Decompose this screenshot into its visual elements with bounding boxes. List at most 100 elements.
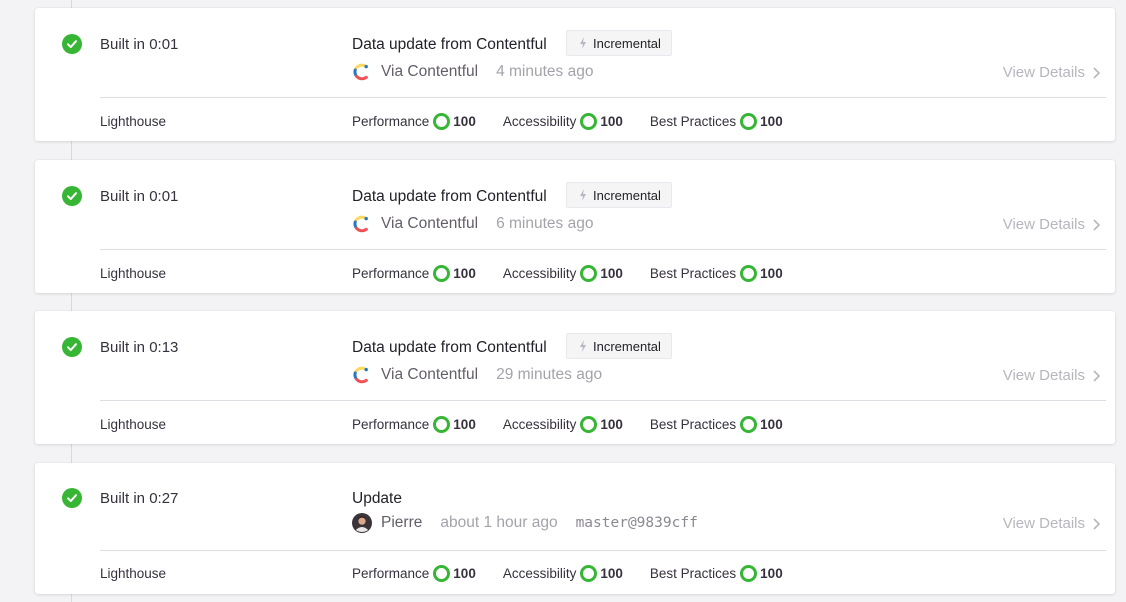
build-source: Via Contentful 4 minutes ago — [352, 62, 593, 82]
score-value: 100 — [600, 417, 623, 432]
score-accessibility: Accessibility 100 — [503, 416, 623, 433]
time-ago: 6 minutes ago — [496, 215, 594, 232]
score-label: Accessibility — [502, 566, 577, 581]
score-value: 100 — [760, 417, 783, 432]
score-label: Performance — [352, 114, 430, 129]
lighthouse-scores: Performance 100 Accessibility 100 Best P… — [352, 265, 810, 282]
check-circle-icon — [62, 34, 82, 54]
lightning-bolt-icon — [580, 37, 586, 49]
score-ring-icon — [433, 416, 451, 433]
lighthouse-label: Lighthouse — [100, 114, 167, 129]
score-best-practices: Best Practices 100 — [650, 265, 783, 282]
view-details-link[interactable]: View Details — [1003, 515, 1100, 532]
badge-label: Incremental — [593, 35, 661, 51]
score-accessibility: Accessibility 100 — [503, 113, 623, 130]
build-title: Data update from Contentful — [352, 36, 547, 53]
author-name: Pierre — [381, 514, 423, 531]
view-details-label: View Details — [1002, 216, 1085, 233]
score-best-practices: Best Practices 100 — [650, 416, 783, 433]
score-value: 100 — [453, 114, 476, 129]
score-value: 100 — [600, 566, 623, 581]
view-details-link[interactable]: View Details — [1003, 216, 1100, 233]
lighthouse-label: Lighthouse — [100, 266, 167, 281]
lighthouse-scores: Performance 100 Accessibility 100 Best P… — [352, 565, 810, 582]
lightning-bolt-icon — [580, 340, 586, 352]
score-label: Performance — [352, 266, 430, 281]
score-label: Performance — [352, 417, 430, 432]
score-label: Accessibility — [502, 266, 577, 281]
chevron-right-icon — [1093, 66, 1100, 79]
score-value: 100 — [760, 114, 783, 129]
score-value: 100 — [760, 566, 783, 581]
score-label: Performance — [352, 566, 430, 581]
view-details-link[interactable]: View Details — [1003, 64, 1100, 81]
build-duration: Built in 0:13 — [100, 339, 179, 356]
lighthouse-scores: Performance 100 Accessibility 100 Best P… — [352, 113, 810, 130]
divider — [100, 550, 1106, 551]
lighthouse-label: Lighthouse — [100, 566, 167, 581]
build-source: Pierre about 1 hour ago master@9839cff — [352, 513, 698, 533]
build-card[interactable]: Built in 0:13 Data update from Contentfu… — [35, 311, 1115, 444]
score-best-practices: Best Practices 100 — [650, 565, 783, 582]
contentful-logo-icon — [352, 365, 372, 385]
score-ring-icon — [580, 416, 598, 433]
build-duration: Built in 0:01 — [100, 188, 179, 205]
view-details-label: View Details — [1002, 367, 1085, 384]
source-name: Via Contentful — [381, 215, 479, 232]
score-label: Best Practices — [649, 266, 737, 281]
score-label: Best Practices — [649, 417, 737, 432]
time-ago: about 1 hour ago — [440, 514, 558, 531]
score-ring-icon — [740, 113, 758, 130]
score-ring-icon — [740, 565, 758, 582]
badge-label: Incremental — [593, 187, 661, 203]
view-details-label: View Details — [1002, 515, 1085, 532]
check-circle-icon — [62, 186, 82, 206]
divider — [100, 249, 1106, 250]
lighthouse-scores: Performance 100 Accessibility 100 Best P… — [352, 416, 810, 433]
score-ring-icon — [433, 565, 451, 582]
build-title: Update — [352, 490, 402, 507]
chevron-right-icon — [1093, 369, 1100, 382]
build-card[interactable]: Built in 0:01 Data update from Contentfu… — [35, 8, 1115, 141]
score-label: Best Practices — [649, 566, 737, 581]
time-ago: 29 minutes ago — [496, 366, 603, 383]
score-ring-icon — [580, 113, 598, 130]
build-title: Data update from Contentful — [352, 339, 547, 356]
score-label: Best Practices — [649, 114, 737, 129]
incremental-badge: Incremental — [566, 30, 672, 56]
build-title: Data update from Contentful — [352, 188, 547, 205]
build-card[interactable]: Built in 0:27 Update Pierre about 1 hour… — [35, 463, 1115, 594]
commit-ref[interactable]: master@9839cff — [576, 515, 698, 531]
score-value: 100 — [453, 266, 476, 281]
score-best-practices: Best Practices 100 — [650, 113, 783, 130]
incremental-badge: Incremental — [566, 333, 672, 359]
divider — [100, 400, 1106, 401]
score-value: 100 — [453, 417, 476, 432]
divider — [100, 97, 1106, 98]
build-card[interactable]: Built in 0:01 Data update from Contentfu… — [35, 160, 1115, 293]
check-circle-icon — [62, 337, 82, 357]
build-source: Via Contentful 29 minutes ago — [352, 365, 602, 385]
score-label: Accessibility — [502, 417, 577, 432]
score-value: 100 — [600, 114, 623, 129]
build-duration: Built in 0:27 — [100, 490, 179, 507]
build-source: Via Contentful 6 minutes ago — [352, 214, 593, 234]
score-ring-icon — [433, 113, 451, 130]
score-performance: Performance 100 — [352, 113, 476, 130]
source-name: Via Contentful — [381, 366, 479, 383]
score-performance: Performance 100 — [352, 565, 476, 582]
chevron-right-icon — [1093, 218, 1100, 231]
badge-label: Incremental — [593, 338, 661, 354]
chevron-right-icon — [1093, 517, 1100, 530]
score-value: 100 — [760, 266, 783, 281]
score-accessibility: Accessibility 100 — [503, 265, 623, 282]
build-duration: Built in 0:01 — [100, 36, 179, 53]
user-avatar-icon — [352, 513, 372, 533]
view-details-label: View Details — [1002, 64, 1085, 81]
lightning-bolt-icon — [580, 189, 586, 201]
score-accessibility: Accessibility 100 — [503, 565, 623, 582]
score-ring-icon — [580, 565, 598, 582]
view-details-link[interactable]: View Details — [1003, 367, 1100, 384]
source-name: Via Contentful — [381, 63, 479, 80]
incremental-badge: Incremental — [566, 182, 672, 208]
